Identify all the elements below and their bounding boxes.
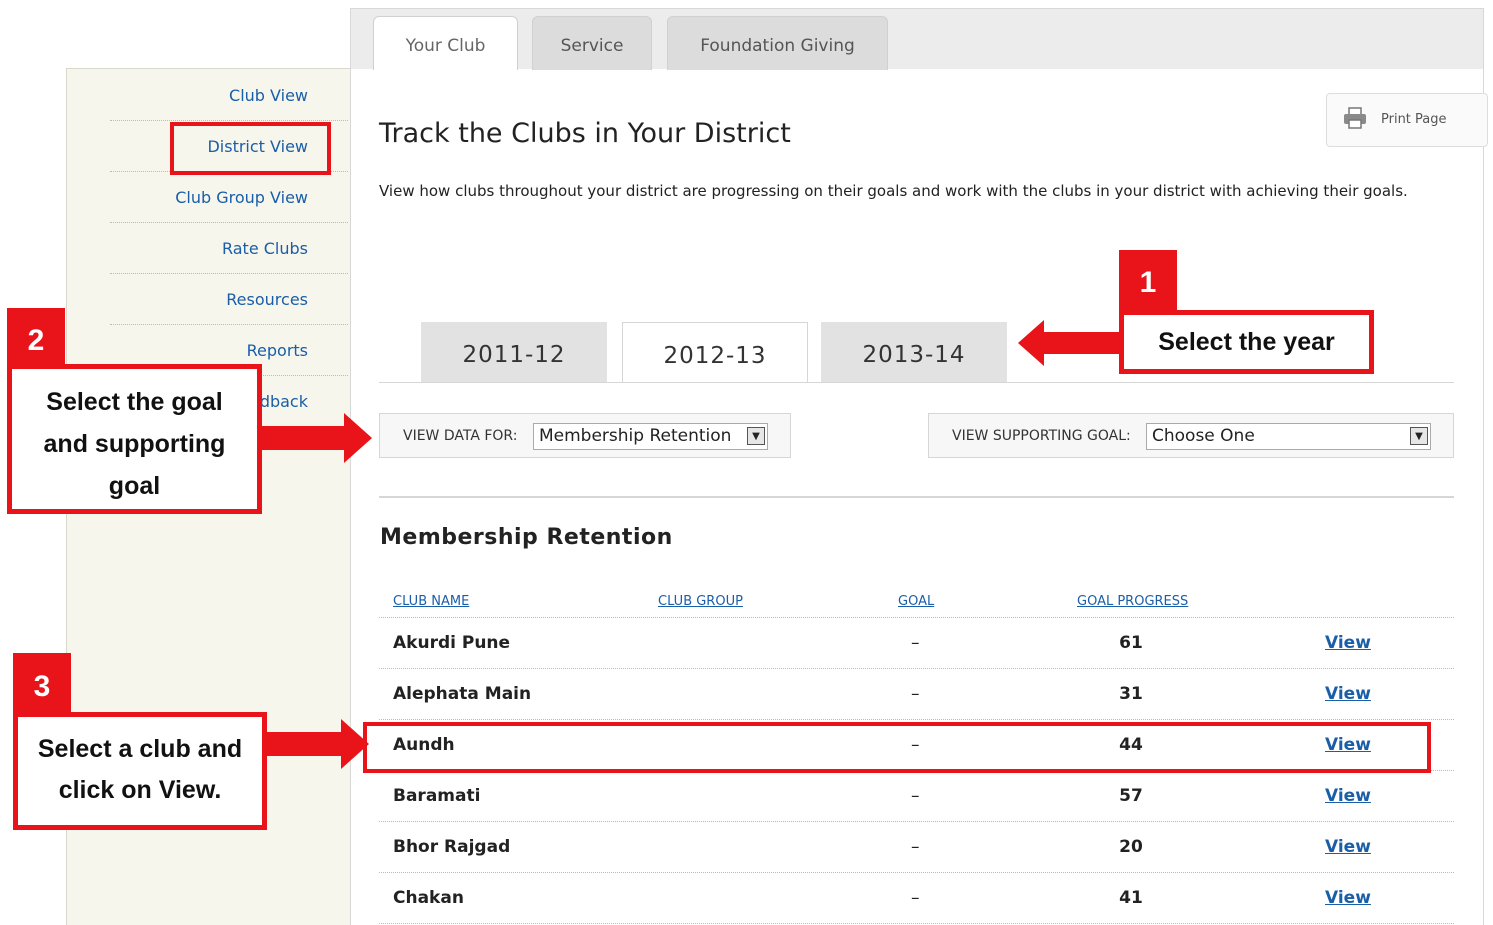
club-name: Akurdi Pune bbox=[393, 633, 511, 653]
year-tab-label: 2012-13 bbox=[663, 343, 767, 369]
step-3-text: Select a club and click on View. bbox=[37, 735, 243, 804]
goal-progress: 31 bbox=[1119, 684, 1143, 704]
view-data-value: Membership Retention bbox=[539, 426, 732, 446]
supporting-goal-select[interactable]: Choose One ▼ bbox=[1146, 423, 1431, 450]
club-name: Baramati bbox=[393, 786, 481, 806]
sidebar-item-label: Rate Clubs bbox=[221, 239, 308, 258]
goal-value: – bbox=[911, 633, 920, 653]
arrow-right-icon bbox=[265, 719, 369, 769]
column-header-goal[interactable]: GOAL bbox=[898, 594, 934, 609]
sidebar-item-club-group-view[interactable]: Club Group View bbox=[110, 173, 348, 223]
section-divider bbox=[379, 496, 1454, 498]
goal-progress: 20 bbox=[1119, 837, 1143, 857]
chevron-down-icon[interactable]: ▼ bbox=[1410, 427, 1428, 445]
step-2-text: Select the goal and supporting goal bbox=[43, 388, 226, 500]
view-data-select[interactable]: Membership Retention ▼ bbox=[533, 423, 768, 450]
tab-your-club[interactable]: Your Club bbox=[373, 16, 518, 70]
tab-label: Your Club bbox=[405, 36, 486, 56]
column-header-club-group[interactable]: CLUB GROUP bbox=[658, 594, 743, 609]
sidebar-item-label: Club View bbox=[229, 86, 308, 105]
column-header-club-name[interactable]: CLUB NAME bbox=[393, 594, 469, 609]
section-title: Membership Retention bbox=[380, 525, 673, 550]
supporting-goal-filter: VIEW SUPPORTING GOAL: Choose One ▼ bbox=[928, 413, 1454, 458]
goal-progress: 57 bbox=[1119, 786, 1143, 806]
view-link[interactable]: View bbox=[1325, 837, 1371, 857]
column-header-goal-progress[interactable]: GOAL PROGRESS bbox=[1077, 594, 1188, 609]
view-link[interactable]: View bbox=[1325, 786, 1371, 806]
step-2-callout: Select the goal and supporting goal bbox=[7, 364, 262, 514]
sidebar-item-club-view[interactable]: Club View bbox=[110, 71, 348, 121]
step-1-badge: 1 bbox=[1119, 250, 1177, 312]
aundh-row-highlight bbox=[363, 722, 1431, 773]
step-1-text: Select the year bbox=[1158, 328, 1335, 356]
print-page-button[interactable]: Print Page bbox=[1326, 93, 1488, 147]
goal-value: – bbox=[911, 888, 920, 908]
step-3-badge: 3 bbox=[13, 653, 71, 715]
tab-service[interactable]: Service bbox=[532, 16, 652, 70]
goal-progress: 41 bbox=[1119, 888, 1143, 908]
sidebar-item-resources[interactable]: Resources bbox=[110, 275, 348, 325]
table-row: Akurdi Pune – 61 View bbox=[379, 618, 1454, 669]
year-tab-label: 2013-14 bbox=[862, 342, 966, 368]
goal-value: – bbox=[911, 786, 920, 806]
sidebar-item-label: Reports bbox=[246, 341, 308, 360]
arrow-right-icon bbox=[260, 413, 372, 463]
sidebar-item-rate-clubs[interactable]: Rate Clubs bbox=[110, 224, 348, 274]
tab-foundation-giving[interactable]: Foundation Giving bbox=[667, 16, 888, 70]
arrow-left-icon bbox=[1018, 320, 1122, 366]
club-name: Alephata Main bbox=[393, 684, 532, 704]
club-name: Chakan bbox=[393, 888, 464, 908]
step-2-badge: 2 bbox=[7, 308, 65, 366]
district-view-highlight bbox=[170, 122, 331, 175]
view-link[interactable]: View bbox=[1325, 633, 1371, 653]
page-title: Track the Clubs in Your District bbox=[379, 118, 791, 149]
tab-label: Service bbox=[560, 36, 624, 56]
year-tab-2011-12[interactable]: 2011-12 bbox=[421, 322, 607, 382]
supporting-goal-label: VIEW SUPPORTING GOAL: bbox=[952, 428, 1131, 444]
year-tab-2013-14[interactable]: 2013-14 bbox=[821, 322, 1007, 382]
tab-label: Foundation Giving bbox=[700, 36, 855, 56]
print-page-label: Print Page bbox=[1381, 112, 1447, 127]
year-tabs-baseline bbox=[379, 382, 1454, 383]
chevron-down-icon[interactable]: ▼ bbox=[747, 427, 765, 445]
goal-value: – bbox=[911, 837, 920, 857]
tab-bar bbox=[351, 9, 1483, 69]
club-name: Bhor Rajgad bbox=[393, 837, 511, 857]
table-row: Alephata Main – 31 View bbox=[379, 669, 1454, 720]
step-1-callout: Select the year bbox=[1119, 310, 1374, 374]
sidebar-item-label: Resources bbox=[226, 290, 308, 309]
printer-icon bbox=[1344, 107, 1366, 129]
page-description: View how clubs throughout your district … bbox=[379, 182, 1408, 200]
goal-progress: 61 bbox=[1119, 633, 1143, 653]
view-data-label: VIEW DATA FOR: bbox=[403, 428, 518, 444]
supporting-goal-value: Choose One bbox=[1152, 426, 1255, 446]
view-data-filter: VIEW DATA FOR: Membership Retention ▼ bbox=[379, 413, 791, 458]
table-row: Bhor Rajgad – 20 View bbox=[379, 822, 1454, 873]
goal-value: – bbox=[911, 684, 920, 704]
view-link[interactable]: View bbox=[1325, 888, 1371, 908]
step-3-callout: Select a club and click on View. bbox=[13, 712, 267, 830]
sidebar-item-label: Club Group View bbox=[175, 188, 308, 207]
year-tab-label: 2011-12 bbox=[462, 342, 566, 368]
table-row: Chakan – 41 View bbox=[379, 873, 1454, 924]
view-link[interactable]: View bbox=[1325, 684, 1371, 704]
table-row: Baramati – 57 View bbox=[379, 771, 1454, 822]
year-tab-2012-13[interactable]: 2012-13 bbox=[622, 322, 808, 383]
